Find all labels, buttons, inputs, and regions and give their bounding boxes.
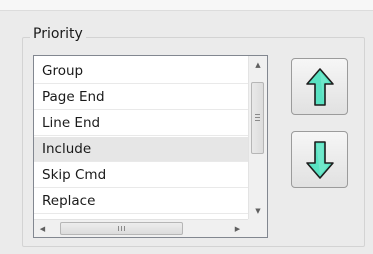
scroll-up-arrow-icon[interactable]: ▲ (249, 56, 267, 73)
vertical-grip-line (255, 120, 260, 121)
priority-listbox[interactable]: Group Page End Line End Include Skip Cmd… (33, 55, 268, 238)
list-item-line-end[interactable]: Line End (34, 111, 248, 136)
priority-group-title: Priority (30, 25, 86, 43)
top-panel (0, 0, 373, 11)
horizontal-scrollbar[interactable]: ◀ ▶ (34, 219, 248, 237)
list-item-replace[interactable]: Replace (34, 189, 248, 214)
list-item-include[interactable]: Include (34, 137, 248, 162)
list-item-group[interactable]: Group (34, 59, 248, 84)
scrollbar-corner (248, 219, 267, 237)
vertical-grip-line (255, 117, 260, 118)
vertical-scrollbar[interactable]: ▲ ▼ (248, 56, 267, 219)
list-item-skip-cmd[interactable]: Skip Cmd (34, 163, 248, 188)
down-arrow-icon (305, 140, 335, 180)
scroll-down-arrow-icon[interactable]: ▼ (249, 202, 267, 219)
horizontal-grip-line (121, 226, 122, 231)
horizontal-grip-line (118, 226, 119, 231)
up-arrow-icon (305, 67, 335, 107)
scroll-right-arrow-icon[interactable]: ▶ (229, 220, 246, 237)
vertical-grip-line (255, 114, 260, 115)
vertical-scroll-thumb[interactable] (251, 82, 264, 154)
move-down-button[interactable] (291, 131, 348, 188)
scroll-left-arrow-icon[interactable]: ◀ (34, 220, 51, 237)
list-item-page-end[interactable]: Page End (34, 85, 248, 110)
horizontal-scroll-thumb[interactable] (60, 222, 183, 235)
horizontal-grip-line (124, 226, 125, 231)
move-up-button[interactable] (291, 58, 348, 115)
